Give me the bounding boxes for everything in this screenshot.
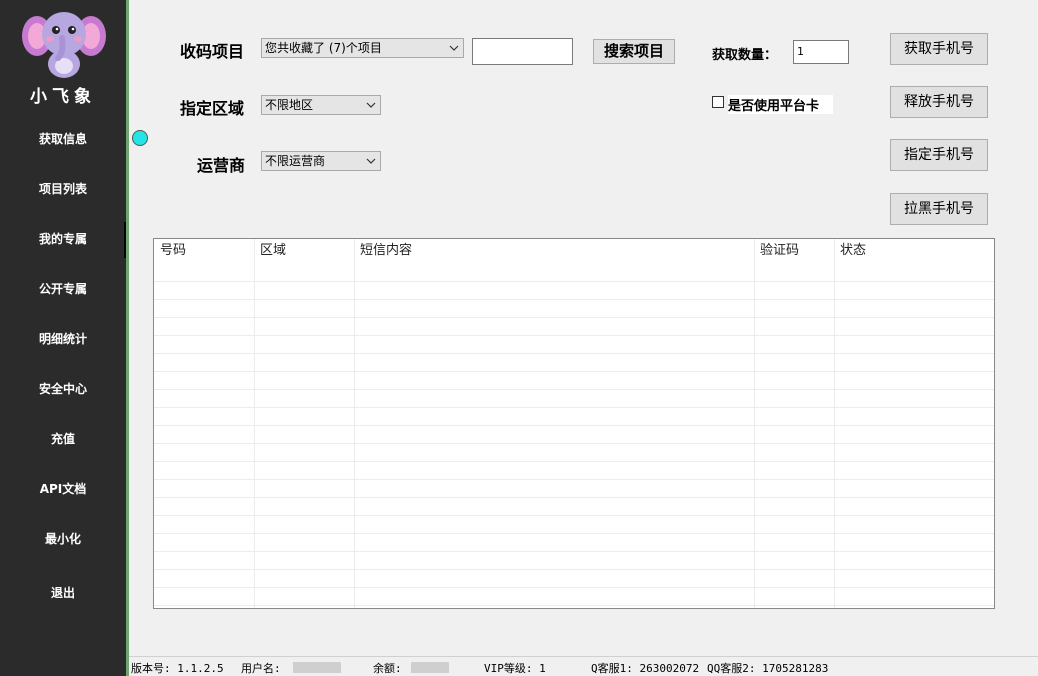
row-divider — [154, 425, 994, 426]
project-search-input[interactable] — [472, 38, 573, 65]
support-qq2-text: QQ客服2: 1705281283 — [707, 662, 829, 675]
row-divider — [154, 299, 994, 300]
row-divider — [154, 353, 994, 354]
operator-select-value: 不限运营商 — [265, 154, 326, 168]
search-project-button[interactable]: 搜索项目 — [593, 39, 675, 64]
platform-card-label: 是否使用平台卡 — [728, 95, 834, 114]
region-select[interactable]: 不限地区 — [261, 95, 381, 115]
quantity-input[interactable]: 1 — [793, 40, 849, 64]
nav-item-minimize[interactable]: 最小化 — [0, 524, 126, 554]
nav-item-project-list[interactable]: 项目列表 — [0, 174, 126, 204]
logo-text: 小飞象 — [30, 87, 96, 107]
vip-level-text: VIP等级: 1 — [484, 662, 546, 675]
row-divider — [154, 533, 994, 534]
project-select-value: 您共收藏了 (7)个项目 — [265, 41, 382, 55]
row-divider — [154, 569, 994, 570]
chevron-down-icon — [449, 45, 459, 51]
nav-item-exit[interactable]: 退出 — [0, 578, 126, 608]
row-divider — [154, 371, 994, 372]
column-divider — [254, 239, 255, 608]
balance-redacted — [411, 662, 449, 673]
row-divider — [154, 497, 994, 498]
region-label: 指定区域 — [180, 99, 245, 118]
row-divider — [154, 443, 994, 444]
operator-select[interactable]: 不限运营商 — [261, 151, 381, 171]
nav-item-get-info[interactable]: 获取信息 — [0, 124, 126, 154]
row-divider — [154, 317, 994, 318]
support-qq1-text: Q客服1: 263002072 — [591, 662, 700, 675]
row-divider — [154, 461, 994, 462]
sms-table[interactable]: 号码 区域 短信内容 验证码 状态 — [153, 238, 995, 609]
status-bar: 版本号: 1.1.2.5 用户名: 余额: VIP等级: 1 Q客服1: 263… — [129, 656, 1038, 676]
region-select-value: 不限地区 — [265, 98, 314, 112]
project-select[interactable]: 您共收藏了 (7)个项目 — [261, 38, 464, 58]
column-header-sms-content[interactable]: 短信内容 — [354, 239, 412, 263]
row-divider — [154, 389, 994, 390]
row-divider — [154, 335, 994, 336]
version-text: 版本号: 1.1.2.5 — [131, 662, 224, 675]
row-divider — [154, 587, 994, 588]
elephant-logo-icon — [22, 12, 106, 78]
get-phone-button[interactable]: 获取手机号 — [890, 33, 988, 65]
nav-item-my-exclusive[interactable]: 我的专属 — [0, 224, 126, 254]
row-divider — [154, 479, 994, 480]
platform-card-checkbox[interactable] — [712, 96, 724, 108]
row-divider — [154, 281, 994, 282]
row-divider — [154, 407, 994, 408]
specify-phone-button[interactable]: 指定手机号 — [890, 139, 988, 171]
status-indicator — [132, 130, 148, 146]
operator-label: 运营商 — [197, 156, 246, 175]
column-divider — [754, 239, 755, 608]
column-divider — [354, 239, 355, 608]
project-label: 收码项目 — [180, 42, 245, 61]
sidebar: 小飞象 获取信息 项目列表 我的专属 公开专属 明细统计 安全中心 充值 API… — [0, 0, 126, 676]
blacklist-phone-button[interactable]: 拉黑手机号 — [890, 193, 988, 225]
release-phone-button[interactable]: 释放手机号 — [890, 86, 988, 118]
column-header-status[interactable]: 状态 — [834, 239, 866, 263]
username-label: 用户名: — [241, 662, 281, 675]
row-divider — [154, 515, 994, 516]
nav-item-recharge[interactable]: 充值 — [0, 424, 126, 454]
chevron-down-icon — [366, 102, 376, 108]
nav-item-detail-stats[interactable]: 明细统计 — [0, 324, 126, 354]
nav-item-public-exclusive[interactable]: 公开专属 — [0, 274, 126, 304]
nav-item-api-docs[interactable]: API文档 — [0, 474, 126, 504]
column-divider — [834, 239, 835, 608]
row-divider — [154, 605, 994, 606]
chevron-down-icon — [366, 158, 376, 164]
sidebar-divider — [126, 0, 129, 676]
column-header-code[interactable]: 验证码 — [754, 239, 799, 263]
username-redacted — [293, 662, 341, 673]
nav-item-security[interactable]: 安全中心 — [0, 374, 126, 404]
column-header-number[interactable]: 号码 — [154, 239, 186, 263]
balance-label: 余额: — [373, 662, 402, 675]
column-header-region[interactable]: 区域 — [254, 239, 286, 263]
quantity-label: 获取数量： — [712, 48, 778, 63]
row-divider — [154, 551, 994, 552]
